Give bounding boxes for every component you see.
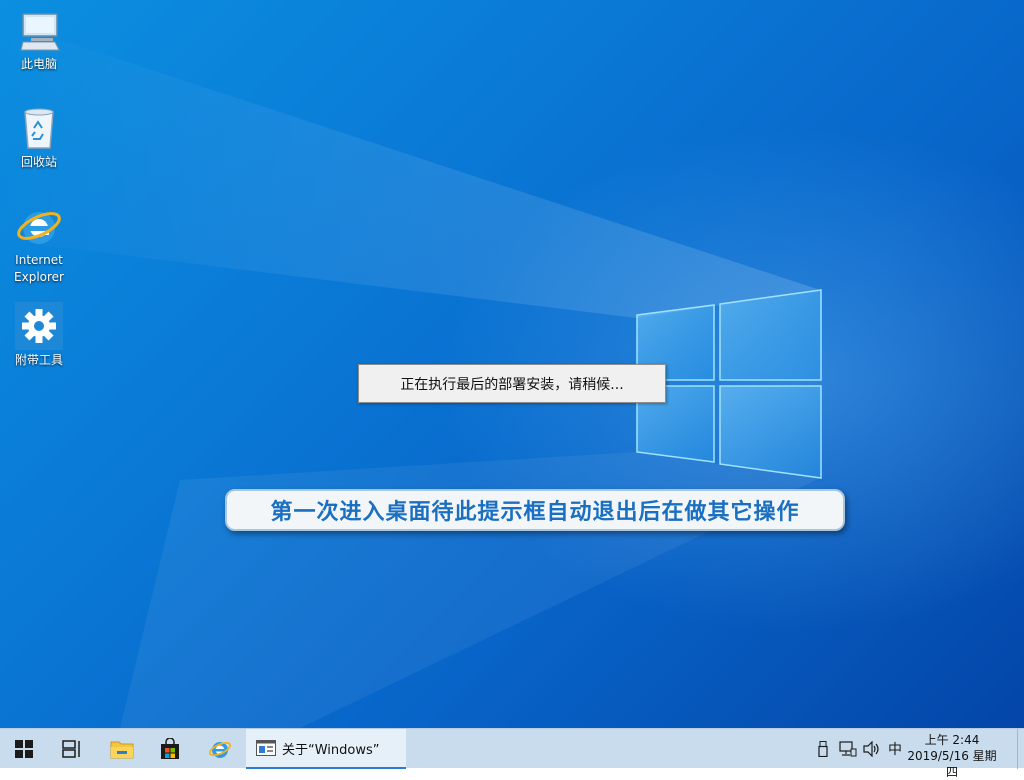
desktop-icon-this-pc[interactable]: 此电脑 xyxy=(6,6,72,73)
internet-explorer-icon xyxy=(208,741,232,758)
file-explorer-button[interactable] xyxy=(98,729,146,769)
desktop[interactable]: 此电脑 回收站 Internet Explorer 附带工具 正在执行最后的部署… xyxy=(0,0,1024,728)
taskbar-window-about-windows[interactable]: 关于“Windows” xyxy=(246,729,406,769)
folder-icon xyxy=(110,741,134,759)
windows-logo-icon xyxy=(15,740,33,758)
desktop-icon-recycle-bin[interactable]: 回收站 xyxy=(6,104,72,171)
ie-button[interactable] xyxy=(196,729,244,769)
desktop-icon-tools[interactable]: 附带工具 xyxy=(6,302,72,369)
task-view-button[interactable] xyxy=(48,729,96,769)
internet-explorer-icon xyxy=(17,212,61,244)
network-icon xyxy=(839,741,857,757)
clock-date: 2019/5/16 星期四 xyxy=(907,749,997,779)
notice-text: 第一次进入桌面待此提示框自动退出后在做其它操作 xyxy=(270,500,800,525)
tray-network[interactable] xyxy=(836,729,860,769)
desktop-icon-label: 附带工具 xyxy=(14,353,63,367)
clock-time: 上午 2:44 xyxy=(924,733,980,747)
desktop-icon-label: Internet Explorer xyxy=(14,253,64,284)
desktop-icon-internet-explorer[interactable]: Internet Explorer xyxy=(6,202,72,286)
taskbar-window-label: 关于“Windows” xyxy=(282,742,380,758)
store-bag-icon xyxy=(161,738,179,759)
window-app-icon xyxy=(256,740,276,756)
gear-icon xyxy=(15,302,63,350)
store-button[interactable] xyxy=(146,729,194,769)
show-desktop-button[interactable] xyxy=(1017,729,1024,769)
recycle-bin-icon xyxy=(24,108,54,149)
taskbar-clock[interactable]: 上午 2:44 2019/5/16 星期四 xyxy=(906,729,998,779)
deploy-status-text: 正在执行最后的部署安装，请稍候... xyxy=(400,376,624,393)
computer-icon xyxy=(20,13,60,51)
start-button[interactable] xyxy=(0,729,48,769)
volume-icon xyxy=(863,741,879,757)
tray-volume[interactable] xyxy=(860,729,884,769)
notice-banner: 第一次进入桌面待此提示框自动退出后在做其它操作 xyxy=(225,489,845,531)
input-method-indicator[interactable]: 中 xyxy=(884,729,906,769)
desktop-icon-label: 回收站 xyxy=(20,155,57,169)
taskbar: 关于“Windows” 中 上午 2:44 2019/5/16 星期四 xyxy=(0,728,1024,779)
deploy-status-dialog: 正在执行最后的部署安装，请稍候... xyxy=(358,364,666,403)
desktop-icon-label: 此电脑 xyxy=(20,57,57,71)
input-method-label: 中 xyxy=(888,742,902,758)
usb-device-icon xyxy=(818,741,828,757)
tray-usb[interactable] xyxy=(812,729,834,769)
task-view-icon xyxy=(62,740,80,758)
